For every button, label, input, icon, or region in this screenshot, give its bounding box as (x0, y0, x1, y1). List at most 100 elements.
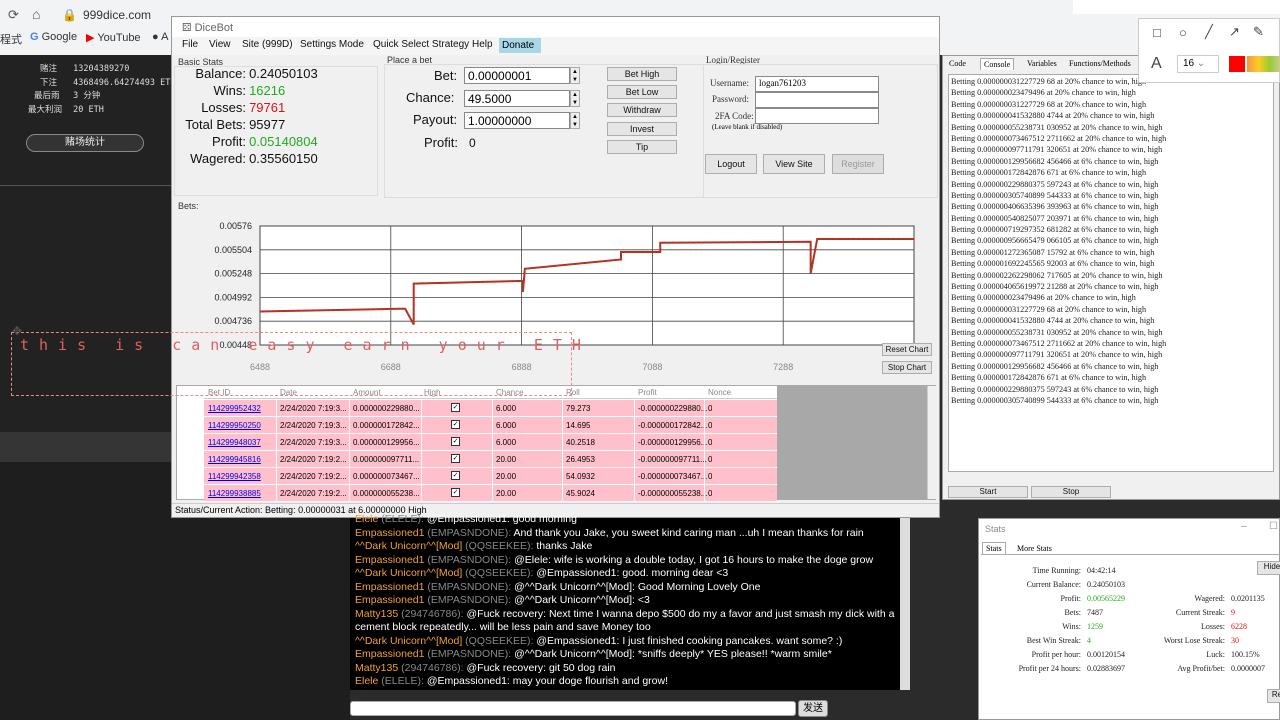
password-input[interactable] (755, 92, 879, 108)
chat-username[interactable]: Elele (355, 675, 378, 687)
chance-input[interactable]: 49.5000 (464, 90, 570, 107)
cell-id[interactable]: 114299942358 (208, 472, 261, 481)
tab-functions[interactable]: Functions/Methods (1069, 59, 1131, 68)
cell-id[interactable]: 114299938885 (208, 489, 261, 498)
menu-donate[interactable]: Donate (499, 38, 541, 53)
ellipse-tool-icon[interactable]: ○ (1179, 25, 1187, 40)
menu-settings-mode[interactable]: Settings Mode (300, 39, 364, 50)
tab-console[interactable]: Console (980, 58, 1015, 70)
high-checkbox[interactable]: ✓ (451, 488, 460, 497)
tip-button[interactable]: Tip (607, 140, 677, 154)
username-input[interactable]: logan761203 (755, 76, 879, 92)
chat-username[interactable]: Empassioned1 (355, 554, 424, 566)
console-line: Betting 0.000000719297352 681282 at 6% c… (951, 225, 1159, 235)
menu-help[interactable]: Help (472, 39, 493, 50)
send-button[interactable]: 发送 (798, 700, 828, 717)
table-row[interactable]: 114299952432 2/24/2020 7:19:3... 0.0000002… (204, 400, 777, 417)
tab-variables[interactable]: Variables (1027, 59, 1057, 68)
minimize-icon[interactable]: – (1241, 521, 1247, 532)
tab-more-stats[interactable]: More Stats (1017, 544, 1052, 553)
bookmark-google[interactable]: G Google (30, 31, 77, 43)
cell-id[interactable]: 114299948037 (208, 438, 261, 447)
chat-username[interactable]: ^^Dark Unicorn^^[Mod] (355, 540, 462, 552)
col-profit[interactable]: Profit (638, 388, 657, 397)
cell-divider (634, 434, 635, 451)
bet-high-button[interactable]: Bet High (607, 67, 677, 81)
cell-divider (349, 468, 350, 485)
color-red-swatch[interactable] (1229, 56, 1245, 72)
password-label: Password: (712, 94, 750, 104)
high-checkbox[interactable]: ✓ (451, 420, 460, 429)
cell-date: 2/24/2020 7:19:2... (280, 472, 347, 481)
menu-site[interactable]: Site (999D) (242, 39, 293, 50)
stat-label: Losses: (1201, 622, 1225, 631)
chat-username[interactable]: Empassioned1 (355, 594, 424, 606)
chance-spinner[interactable]: ▲ ▼ (570, 90, 580, 107)
cell-divider (421, 468, 422, 485)
bookmark-github[interactable]: ● A (152, 31, 168, 43)
stop-chart-button[interactable]: Stop Chart (882, 361, 932, 374)
reload-icon[interactable]: ⟳ (8, 7, 19, 23)
menu-view[interactable]: View (209, 39, 231, 50)
table-scrollbar[interactable] (927, 386, 936, 499)
logout-button[interactable]: Logout (705, 154, 757, 174)
cell-id[interactable]: 114299952432 (208, 404, 261, 413)
text-tool-icon[interactable]: A (1151, 55, 1162, 73)
bookmark-apps[interactable]: 程式 (0, 31, 22, 47)
table-row[interactable]: 114299938885 2/24/2020 7:19:2... 0.0000000… (204, 485, 777, 502)
hide-button[interactable]: Hide (1257, 561, 1280, 575)
chat-username[interactable]: Empassioned1 (355, 527, 424, 539)
bet-low-button[interactable]: Bet Low (607, 85, 677, 99)
chat-username[interactable]: Empassioned1 (355, 648, 424, 660)
table-row[interactable]: 114299945816 2/24/2020 7:19:2... 0.0000000… (204, 451, 777, 468)
reset-chart-button[interactable]: Reset Chart (882, 343, 932, 356)
reset-stats-button[interactable]: Re (1267, 689, 1280, 703)
chat-username[interactable]: Empassioned1 (355, 581, 424, 593)
payout-spinner[interactable]: ▲ ▼ (570, 112, 580, 129)
twofa-input[interactable] (755, 108, 879, 124)
bookmark-youtube[interactable]: ▶ YouTube (86, 31, 141, 44)
pen-tool-icon[interactable]: ✎ (1253, 24, 1264, 40)
menu-file[interactable]: File (182, 39, 198, 50)
home-icon[interactable]: ⌂ (32, 6, 40, 22)
rectangle-tool-icon[interactable]: □ (1153, 25, 1161, 40)
cell-roll: 26.4953 (566, 455, 595, 464)
bet-spinner[interactable]: ▲ ▼ (570, 67, 580, 84)
line-tool-icon[interactable]: ╱ (1205, 24, 1213, 40)
chat-username[interactable]: Matty135 (355, 608, 398, 620)
table-row[interactable]: 114299950250 2/24/2020 7:19:3... 0.0000001… (204, 417, 777, 434)
chat-user-id: (EMPASNDONE): (427, 580, 512, 593)
register-button[interactable]: Register (832, 154, 884, 174)
tab-code[interactable]: Code (949, 59, 966, 68)
chat-username[interactable]: Matty135 (355, 662, 398, 674)
color-palette[interactable] (1247, 56, 1280, 72)
stop-button[interactable]: Stop (1031, 486, 1111, 498)
cell-id[interactable]: 114299950250 (208, 421, 261, 430)
cell-divider (276, 434, 277, 451)
payout-input[interactable]: 1.00000000 (464, 112, 570, 129)
chat-username[interactable]: ^^Dark Unicorn^^[Mod] (355, 567, 462, 579)
chat-username[interactable]: ^^Dark Unicorn^^[Mod] (355, 635, 462, 647)
maximize-icon[interactable]: ☐ (1269, 521, 1278, 532)
arrow-tool-icon[interactable]: ↗ (1229, 24, 1240, 40)
tab-stats[interactable]: Stats (982, 542, 1006, 554)
high-checkbox[interactable]: ✓ (451, 454, 460, 463)
chat-input[interactable] (350, 701, 796, 716)
invest-button[interactable]: Invest (607, 122, 677, 136)
high-checkbox[interactable]: ✓ (451, 471, 460, 480)
high-checkbox[interactable]: ✓ (451, 403, 460, 412)
table-row[interactable]: 114299948037 2/24/2020 7:19:3... 0.0000001… (204, 434, 777, 451)
menu-quick-select-strategy[interactable]: Quick Select Strategy (373, 39, 469, 50)
col-nonce[interactable]: Nonce (708, 388, 731, 397)
bet-amount-input[interactable]: 0.00000001 (464, 67, 570, 84)
start-button[interactable]: Start (948, 486, 1028, 498)
chat-username[interactable]: Elele (355, 513, 378, 525)
table-row[interactable]: 114299942358 2/24/2020 7:19:2... 0.0000000… (204, 468, 777, 485)
chat-scrollbar[interactable] (900, 518, 910, 690)
high-checkbox[interactable]: ✓ (451, 437, 460, 446)
casino-stats-button[interactable]: 赌场统计 (26, 134, 144, 152)
view-site-button[interactable]: View Site (763, 154, 825, 174)
withdraw-button[interactable]: Withdraw (607, 103, 677, 117)
cell-id[interactable]: 114299945816 (208, 455, 261, 464)
font-size-select[interactable]: 16 ⌄ (1177, 55, 1219, 73)
